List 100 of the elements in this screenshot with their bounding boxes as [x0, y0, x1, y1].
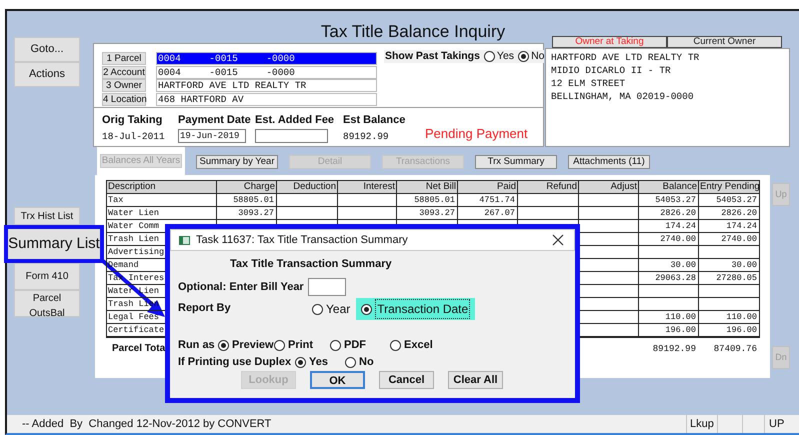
column-header: Entry Pending — [699, 181, 760, 194]
dialog-heading: Tax Title Transaction Summary — [230, 258, 392, 270]
tab[interactable]: Attachments (11) — [568, 155, 650, 169]
table-cell: 3093.27 — [397, 207, 458, 220]
radio-button[interactable] — [218, 340, 229, 350]
table-cell — [639, 298, 699, 311]
table-cell: 4751.74 — [458, 194, 518, 207]
status-indicator: Lkup — [686, 415, 717, 433]
radio-button[interactable] — [518, 51, 530, 62]
radio-button[interactable] — [312, 304, 323, 314]
owner-line: BELLINGHAM, MA 02019-0000 — [551, 90, 695, 103]
table-cell — [639, 285, 699, 298]
status-indicator: UP — [764, 415, 786, 433]
field-label: Report By — [178, 302, 231, 314]
owner-line: MIDIO DICARLO II - TR — [551, 64, 672, 77]
side-button[interactable]: Actions — [14, 62, 80, 87]
tab[interactable]: Summary by Year — [196, 155, 278, 169]
radio-button[interactable] — [330, 340, 341, 350]
option-label: Yes — [309, 354, 328, 370]
table-cell: Demand — [108, 260, 139, 270]
input-field[interactable] — [255, 129, 328, 143]
parcel-field[interactable]: 0004 -0015 -0000 — [156, 52, 377, 65]
parcel-field[interactable]: 0004 -0015 -0000 — [156, 66, 377, 78]
table-cell — [277, 194, 338, 207]
column-header: Deduction — [277, 181, 338, 194]
parcel-field[interactable]: 468 HARTFORD AV — [156, 92, 377, 106]
table-cell — [579, 194, 639, 207]
side-button[interactable]: Goto... — [14, 37, 80, 62]
radio-button[interactable] — [390, 340, 401, 350]
table-cell: 58805.01 — [217, 194, 277, 207]
tab[interactable]: Trx Summary — [475, 155, 557, 169]
radio-button[interactable] — [345, 356, 356, 368]
column-header: Charge — [217, 181, 277, 194]
table-cell: 58805.01 — [397, 194, 458, 207]
table-cell — [338, 207, 397, 220]
side-button[interactable]: Summary List — [4, 225, 104, 263]
field-value: 18-Jul-2011 — [102, 131, 166, 143]
dialog-button[interactable]: Clear All — [448, 371, 503, 389]
column-header: Refund — [518, 181, 579, 194]
tab[interactable]: Current Owner — [667, 36, 782, 48]
table-cell: 29063.28 — [639, 272, 699, 285]
table-cell: 196.00 — [699, 324, 760, 337]
field-label-button[interactable]: 2 Account — [102, 66, 146, 78]
total-label: Parcel Tota — [112, 343, 166, 354]
table-cell — [518, 207, 579, 220]
side-button[interactable]: Parcel OutsBal — [14, 290, 80, 317]
owner-line: 12 ELM STREET — [551, 77, 626, 90]
field-label-button[interactable]: 4 Location — [102, 92, 146, 106]
table-cell: 2740.00 — [699, 233, 760, 246]
table-cell: 54053.27 — [639, 194, 699, 207]
table-cell: 30.00 — [699, 259, 760, 272]
table-cell: Tax — [107, 194, 217, 207]
radio-button[interactable] — [484, 51, 495, 62]
table-cell: 2826.20 — [699, 207, 760, 220]
input-field[interactable] — [308, 278, 346, 296]
dialog-title: Task 11637: Tax Title Transaction Summary — [196, 232, 408, 248]
table-cell: 174.24 — [699, 220, 760, 233]
parcel-field[interactable]: HARTFORD AVE LTD REALTY TR — [156, 79, 377, 92]
column-header: Description — [107, 181, 217, 194]
table-cell: 196.00 — [639, 324, 699, 337]
option-label: PDF — [344, 338, 366, 353]
column-header: Paid — [458, 181, 518, 194]
option-label: Yes — [496, 48, 514, 64]
table-cell: Water Lien — [107, 207, 217, 220]
side-button[interactable]: Trx Hist List — [14, 207, 80, 225]
radio-button[interactable] — [295, 356, 306, 368]
close-icon[interactable] — [552, 234, 564, 246]
table-cell: 2740.00 — [639, 233, 699, 246]
table-cell: 30.00 — [639, 259, 699, 272]
field-label-button[interactable]: 3 Owner — [102, 79, 146, 92]
option-label: Year — [326, 301, 350, 318]
field-label-button[interactable]: 1 Parcel — [102, 52, 146, 65]
side-button[interactable]: Form 410 — [14, 263, 80, 290]
option-label: Transaction Date — [375, 299, 470, 319]
dialog-button[interactable]: Cancel — [379, 371, 434, 389]
total-value: 89192.99 — [652, 344, 696, 354]
table-cell: 3093.27 — [217, 207, 277, 220]
table-cell: 110.00 — [699, 311, 760, 324]
column-header: Net Bill — [397, 181, 458, 194]
field-label: Est Balance — [343, 113, 406, 127]
radio-button[interactable] — [361, 304, 372, 314]
dialog-button[interactable]: OK — [310, 371, 365, 389]
table-cell: Water Lien — [108, 286, 160, 296]
table-cell — [338, 194, 397, 207]
table-cell: Certificate — [108, 325, 164, 335]
window-icon — [179, 236, 190, 244]
table-cell — [579, 207, 639, 220]
table-cell — [639, 246, 699, 259]
field-label: Optional: Enter Bill Year — [178, 280, 304, 295]
table-cell: Legal Fees — [108, 312, 160, 322]
radio-button[interactable] — [274, 340, 285, 350]
option-label: Excel — [404, 338, 433, 353]
table-cell: 110.00 — [639, 311, 699, 324]
field-label: Run as — [178, 338, 215, 351]
table-cell — [518, 194, 579, 207]
input-field[interactable]: 19-Jun-2019 — [178, 129, 246, 143]
table-cell: 267.07 — [458, 207, 518, 220]
column-header: Balance — [639, 181, 699, 194]
field-label: Show Past Takings — [385, 48, 480, 64]
table-cell: 2826.20 — [639, 207, 699, 220]
